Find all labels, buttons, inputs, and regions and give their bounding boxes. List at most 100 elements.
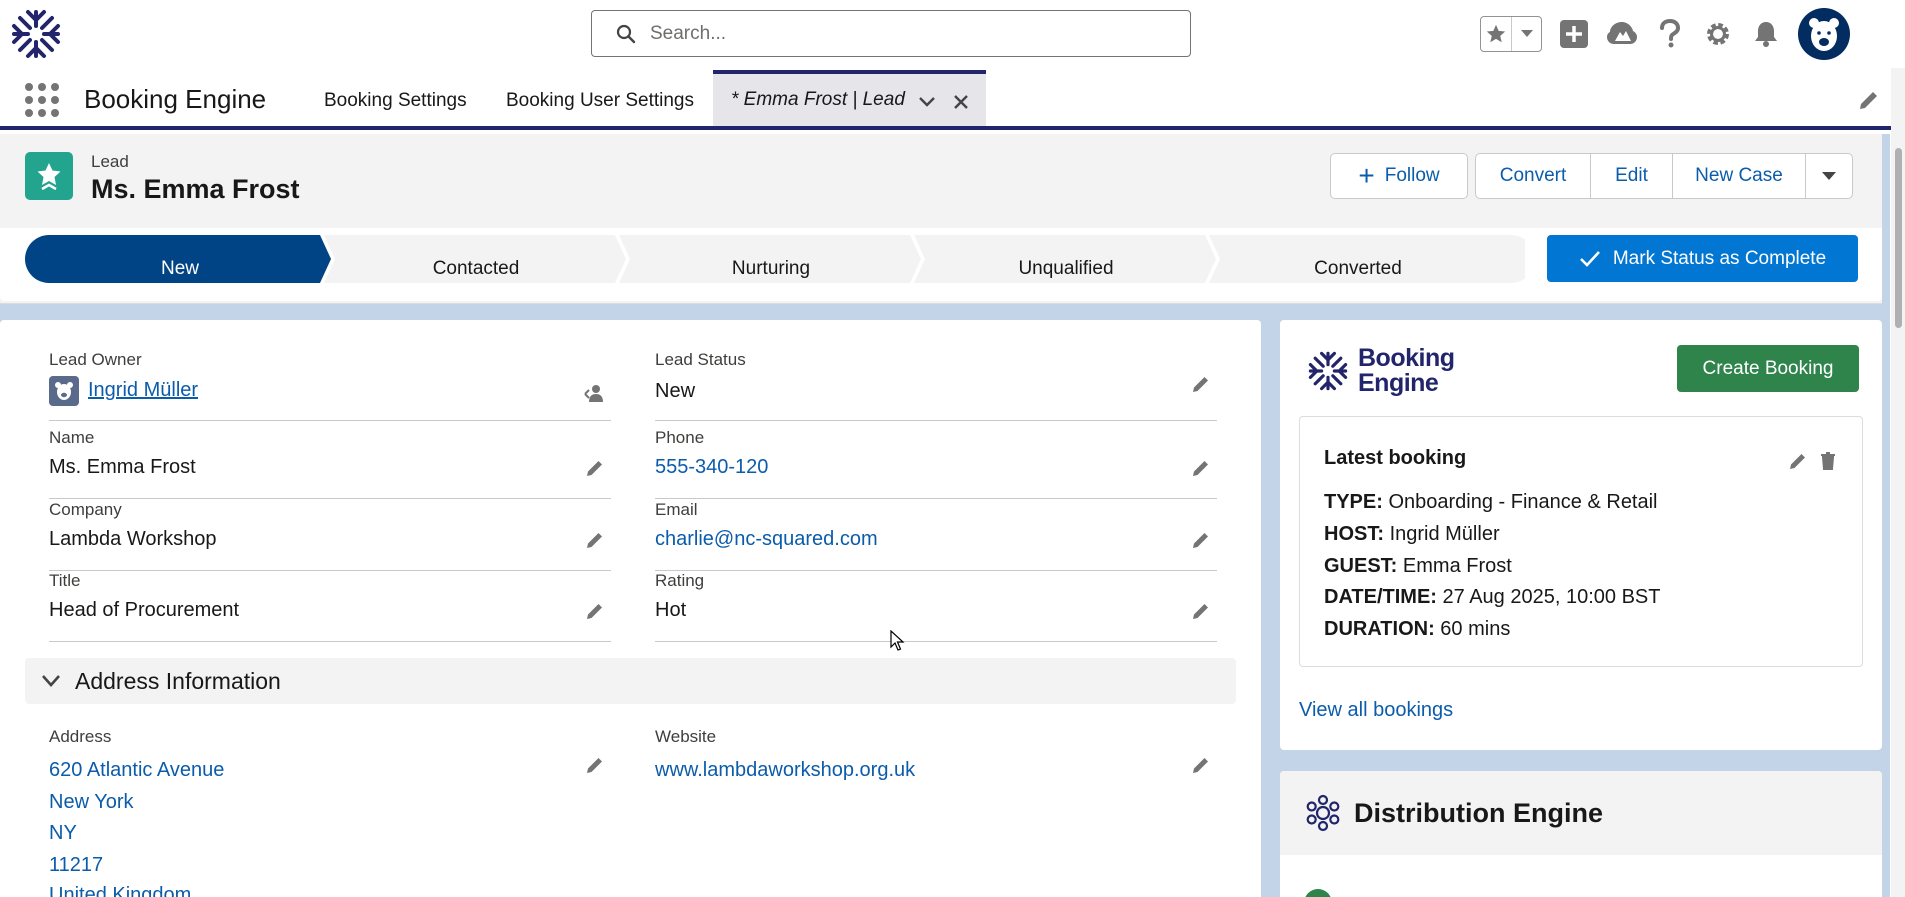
address-section-toggle[interactable]: Address Information xyxy=(25,658,1236,704)
tab-label: * Emma Frost | Lead xyxy=(731,89,905,110)
booking-engine-logo-icon xyxy=(1308,351,1348,391)
row-key: GUEST: xyxy=(1324,555,1398,577)
row-key: TYPE: xyxy=(1324,491,1383,513)
field-lead-status: Lead Status New xyxy=(655,350,1217,421)
row-value: Emma Frost xyxy=(1402,555,1512,577)
field-lead-owner: Lead Owner Ingrid Müller xyxy=(49,350,611,421)
field-label: Email xyxy=(655,500,698,519)
edit-pencil-icon[interactable] xyxy=(1788,451,1808,471)
follow-button[interactable]: + Follow xyxy=(1330,153,1468,199)
booking-duration-row: DURATION: 60 mins xyxy=(1324,618,1510,641)
edit-pencil-icon[interactable] xyxy=(585,601,605,621)
field-value: Ms. Emma Frost xyxy=(49,456,196,478)
view-all-bookings-link[interactable]: View all bookings xyxy=(1299,699,1453,722)
row-value: Ingrid Müller xyxy=(1389,523,1500,545)
row-key: DATE/TIME: xyxy=(1324,586,1437,608)
edit-button[interactable]: Edit xyxy=(1590,153,1673,199)
mark-status-complete-button[interactable]: Mark Status as Complete xyxy=(1547,235,1858,282)
nav-item-booking-settings[interactable]: Booking Settings xyxy=(324,90,467,112)
field-title: Title Head of Procurement xyxy=(49,571,611,642)
chevron-down-icon[interactable] xyxy=(1511,17,1541,51)
latest-booking-title: Latest booking xyxy=(1324,447,1467,469)
field-value: New xyxy=(655,380,696,402)
status-indicator-icon xyxy=(1304,889,1332,897)
address-line[interactable]: 620 Atlantic Avenue xyxy=(49,759,224,782)
field-email: Email charlie@nc-squared.com xyxy=(655,500,1217,571)
distribution-engine-title: Distribution Engine xyxy=(1354,797,1603,828)
row-value: 27 Aug 2025, 10:00 BST xyxy=(1442,586,1661,608)
lead-owner-link[interactable]: Ingrid Müller xyxy=(88,379,198,402)
notification-bell-icon[interactable] xyxy=(1750,18,1782,50)
create-booking-button[interactable]: Create Booking xyxy=(1677,345,1859,392)
address-line[interactable]: NY xyxy=(49,822,77,845)
nav-item-booking-user-settings[interactable]: Booking User Settings xyxy=(506,90,694,112)
field-value: Lambda Workshop xyxy=(49,528,217,550)
field-rating: Rating Hot xyxy=(655,571,1217,642)
tab-emma-frost-lead[interactable]: * Emma Frost | Lead xyxy=(713,70,986,126)
booking-engine-card: Booking Engine Create Booking Latest boo… xyxy=(1280,320,1882,750)
field-label: Phone xyxy=(655,428,705,447)
field-label: Lead Status xyxy=(655,350,746,369)
check-icon xyxy=(1579,250,1600,267)
global-search-input[interactable]: Search... xyxy=(591,10,1191,57)
path-stage-nurturing[interactable]: Nurturing xyxy=(671,258,871,280)
path-stage-contacted[interactable]: Contacted xyxy=(376,258,576,280)
field-phone: Phone 555-340-120 xyxy=(655,428,1217,499)
delete-trash-icon[interactable] xyxy=(1818,451,1838,471)
search-icon xyxy=(616,24,636,43)
status-path: New Contacted Nurturing Unqualified Conv… xyxy=(0,228,1882,301)
edit-pencil-icon[interactable] xyxy=(585,458,605,478)
lead-icon xyxy=(25,152,73,200)
edit-pencil-icon[interactable] xyxy=(1191,374,1211,394)
star-icon[interactable] xyxy=(1481,17,1511,51)
address-line[interactable]: 11217 xyxy=(49,854,103,877)
global-header: Search... xyxy=(0,0,1905,68)
field-label: Rating xyxy=(655,571,705,590)
field-label: Name xyxy=(49,428,95,447)
address-line[interactable]: New York xyxy=(49,791,134,814)
change-owner-icon[interactable] xyxy=(583,382,605,404)
scrollbar-thumb[interactable] xyxy=(1895,148,1902,328)
phone-link[interactable]: 555-340-120 xyxy=(655,456,768,479)
website-link[interactable]: www.lambdaworkshop.org.uk xyxy=(655,759,915,782)
path-stage-new[interactable]: New xyxy=(80,258,280,280)
page-scrollbar[interactable] xyxy=(1891,68,1905,897)
help-icon[interactable] xyxy=(1654,18,1686,50)
app-logo-icon[interactable] xyxy=(6,4,66,64)
section-title: Address Information xyxy=(75,667,281,694)
edit-pencil-icon[interactable] xyxy=(1191,458,1211,478)
record-name: Ms. Emma Frost xyxy=(91,174,300,204)
trailhead-icon[interactable] xyxy=(1606,18,1638,50)
edit-nav-pencil-icon[interactable] xyxy=(1857,88,1881,112)
path-stage-converted[interactable]: Converted xyxy=(1258,258,1458,280)
booking-host-row: HOST: Ingrid Müller xyxy=(1324,523,1500,546)
edit-pencil-icon[interactable] xyxy=(585,755,605,775)
edit-pencil-icon[interactable] xyxy=(1191,530,1211,550)
field-label: Company xyxy=(49,500,122,519)
field-label: Lead Owner xyxy=(49,350,142,369)
wordmark-line: Engine xyxy=(1358,369,1439,397)
edit-pencil-icon[interactable] xyxy=(1191,755,1211,775)
new-case-button[interactable]: New Case xyxy=(1672,153,1806,199)
app-launcher-icon[interactable] xyxy=(24,82,60,118)
search-placeholder: Search... xyxy=(650,22,727,44)
convert-button[interactable]: Convert xyxy=(1475,153,1591,199)
email-link[interactable]: charlie@nc-squared.com xyxy=(655,528,878,551)
more-actions-button[interactable] xyxy=(1805,153,1853,199)
distribution-engine-header: Distribution Engine xyxy=(1280,771,1882,855)
setup-gear-icon[interactable] xyxy=(1702,18,1734,50)
wordmark-line: Booking xyxy=(1358,344,1455,372)
edit-pencil-icon[interactable] xyxy=(1191,601,1211,621)
distribution-engine-card: Distribution Engine xyxy=(1280,771,1882,897)
row-key: DURATION: xyxy=(1324,618,1435,640)
edit-pencil-icon[interactable] xyxy=(585,530,605,550)
address-line[interactable]: United Kingdom xyxy=(49,884,191,897)
path-stage-unqualified[interactable]: Unqualified xyxy=(966,258,1166,280)
chevron-down-icon[interactable] xyxy=(915,90,939,114)
close-icon[interactable] xyxy=(949,90,973,114)
website-label: Website xyxy=(655,727,717,746)
add-icon[interactable] xyxy=(1558,18,1590,50)
user-avatar[interactable] xyxy=(1798,8,1850,60)
booking-datetime-row: DATE/TIME: 27 Aug 2025, 10:00 BST xyxy=(1324,586,1660,609)
owner-avatar xyxy=(49,376,79,406)
